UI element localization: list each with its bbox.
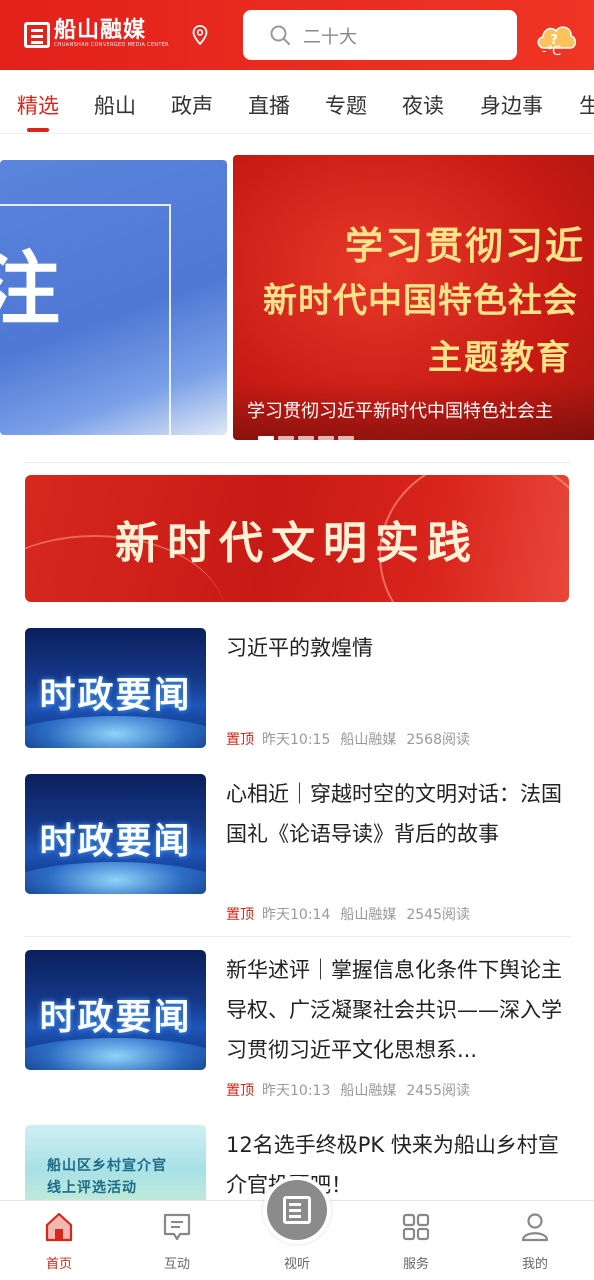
civilization-practice-banner[interactable]: 新时代文明实践	[25, 475, 569, 602]
tab-nearby[interactable]: 身边事	[480, 90, 543, 120]
slide-headline-line3: 主题教育	[428, 338, 572, 378]
slide-headline-line1: 学习贯彻习近	[345, 224, 586, 268]
nav-label: 服务	[402, 1257, 429, 1272]
carousel-dot[interactable]	[278, 436, 294, 440]
slide-caption: 学习贯彻习近平新时代中国特色社会主	[247, 401, 553, 422]
news-reads: 2455阅读	[406, 1083, 470, 1099]
news-time: 昨天10:15	[262, 732, 331, 748]
news-meta: 置顶 昨天10:15 船山融媒 2568阅读	[226, 729, 480, 749]
pinned-tag: 置顶	[226, 1083, 254, 1099]
app-screen: 船山融媒 CHUANSHAN CONVERGED MEDIA CENTER 二十…	[0, 0, 594, 1280]
chat-icon	[163, 1213, 191, 1241]
news-reads: 2545阅读	[406, 907, 470, 923]
nav-services[interactable]: 服务	[357, 1201, 475, 1280]
news-item[interactable]: 时政要闻 心相近｜穿越时空的文明对话：法国国礼《论语导读》背后的故事 置顶 昨天1…	[25, 774, 569, 924]
slide-headline-line2: 新时代中国特色社会	[263, 281, 578, 321]
nav-profile[interactable]: 我的	[476, 1201, 594, 1280]
logo-mark-icon	[24, 21, 50, 48]
thumbnail-glow	[25, 862, 206, 894]
carousel-indicator	[258, 436, 354, 440]
tab-featured[interactable]: 精选	[17, 90, 59, 120]
tab-topics[interactable]: 专题	[325, 90, 367, 120]
app-logo[interactable]: 船山融媒 CHUANSHAN CONVERGED MEDIA CENTER	[24, 20, 169, 49]
user-icon	[521, 1213, 549, 1242]
tab-night-reading[interactable]: 夜读	[402, 90, 444, 120]
logo-name: 船山融媒	[54, 18, 147, 43]
thumbnail-line1: 船山区乡村宣介官	[47, 1158, 167, 1174]
news-item[interactable]: 时政要闻 新华述评｜掌握信息化条件下舆论主导权、广泛凝聚社会共识——深入学习贯彻…	[25, 950, 569, 1100]
center-button-face	[267, 1180, 327, 1240]
carousel-dot[interactable]	[258, 436, 274, 440]
location-pin-icon[interactable]	[192, 25, 208, 45]
active-tab-indicator	[27, 128, 49, 132]
news-item[interactable]: 时政要闻 习近平的敦煌情 置顶 昨天10:15 船山融媒 2568阅读	[25, 628, 569, 748]
thumbnail-line2: 线上评选活动	[47, 1180, 137, 1196]
news-meta: 置顶 昨天10:14 船山融媒 2545阅读	[226, 904, 480, 924]
search-bar[interactable]: 二十大	[243, 10, 517, 60]
grid-icon	[402, 1213, 430, 1241]
thumbnail-glow	[25, 716, 206, 748]
pinned-tag: 置顶	[226, 732, 254, 748]
news-title: 新华述评｜掌握信息化条件下舆论主导权、广泛凝聚社会共识——深入学习贯彻习近平文化…	[226, 958, 562, 1062]
logo-play-icon[interactable]	[263, 1176, 331, 1244]
slide-big-char: 注	[0, 243, 60, 336]
tab-live[interactable]: 直播	[248, 90, 290, 120]
nav-home[interactable]: 首页	[0, 1201, 118, 1280]
news-thumbnail: 时政要闻	[25, 628, 206, 748]
nav-label: 视听	[283, 1257, 310, 1272]
carousel-dot[interactable]	[338, 436, 354, 440]
news-thumbnail: 时政要闻	[25, 950, 206, 1070]
tab-life[interactable]: 生	[579, 90, 594, 120]
news-thumbnail: 时政要闻	[25, 774, 206, 894]
temperature-text: -℃	[542, 44, 562, 59]
news-title: 心相近｜穿越时空的文明对话：法国国礼《论语导读》背后的故事	[226, 782, 562, 846]
news-meta: 置顶 昨天10:13 船山融媒 2455阅读	[226, 1080, 480, 1100]
news-time: 昨天10:14	[262, 907, 331, 923]
news-title: 习近平的敦煌情	[226, 636, 373, 660]
nav-label: 互动	[163, 1257, 190, 1272]
category-tabs: 精选 船山 政声 直播 专题 夜读 身边事 生	[0, 70, 594, 134]
news-reads: 2568阅读	[406, 732, 470, 748]
home-icon	[45, 1212, 73, 1242]
news-source: 船山融媒	[340, 907, 397, 923]
nav-label: 首页	[45, 1257, 72, 1272]
news-thumbnail: 船山区乡村宣介官 线上评选活动	[25, 1125, 206, 1200]
thumbnail-label: 时政要闻	[39, 996, 192, 1038]
carousel-dot[interactable]	[318, 436, 334, 440]
pinned-tag: 置顶	[226, 907, 254, 923]
nav-label: 我的	[521, 1257, 548, 1272]
banner-text: 新时代文明实践	[115, 517, 479, 569]
news-time: 昨天10:13	[262, 1083, 331, 1099]
carousel-dot[interactable]	[298, 436, 314, 440]
tab-politics[interactable]: 政声	[171, 90, 213, 120]
nav-interact[interactable]: 互动	[118, 1201, 236, 1280]
section-divider	[24, 462, 570, 463]
news-source: 船山融媒	[340, 732, 397, 748]
thumbnail-label: 时政要闻	[39, 674, 192, 716]
tab-chuanshan[interactable]: 船山	[94, 90, 136, 120]
top-header: 船山融媒 CHUANSHAN CONVERGED MEDIA CENTER 二十…	[0, 0, 594, 70]
carousel-slide-previous[interactable]: 注	[0, 160, 227, 435]
thumbnail-label: 时政要闻	[39, 820, 192, 862]
carousel-slide-current[interactable]: 学习贯彻习近 新时代中国特色社会 主题教育 学习贯彻习近平新时代中国特色社会主	[233, 155, 594, 440]
news-source: 船山融媒	[340, 1083, 397, 1099]
thumbnail-glow	[25, 1038, 206, 1070]
search-icon	[270, 25, 290, 45]
logo-subtitle: CHUANSHAN CONVERGED MEDIA CENTER	[54, 42, 169, 48]
search-placeholder: 二十大	[303, 27, 357, 48]
list-divider	[24, 936, 570, 937]
